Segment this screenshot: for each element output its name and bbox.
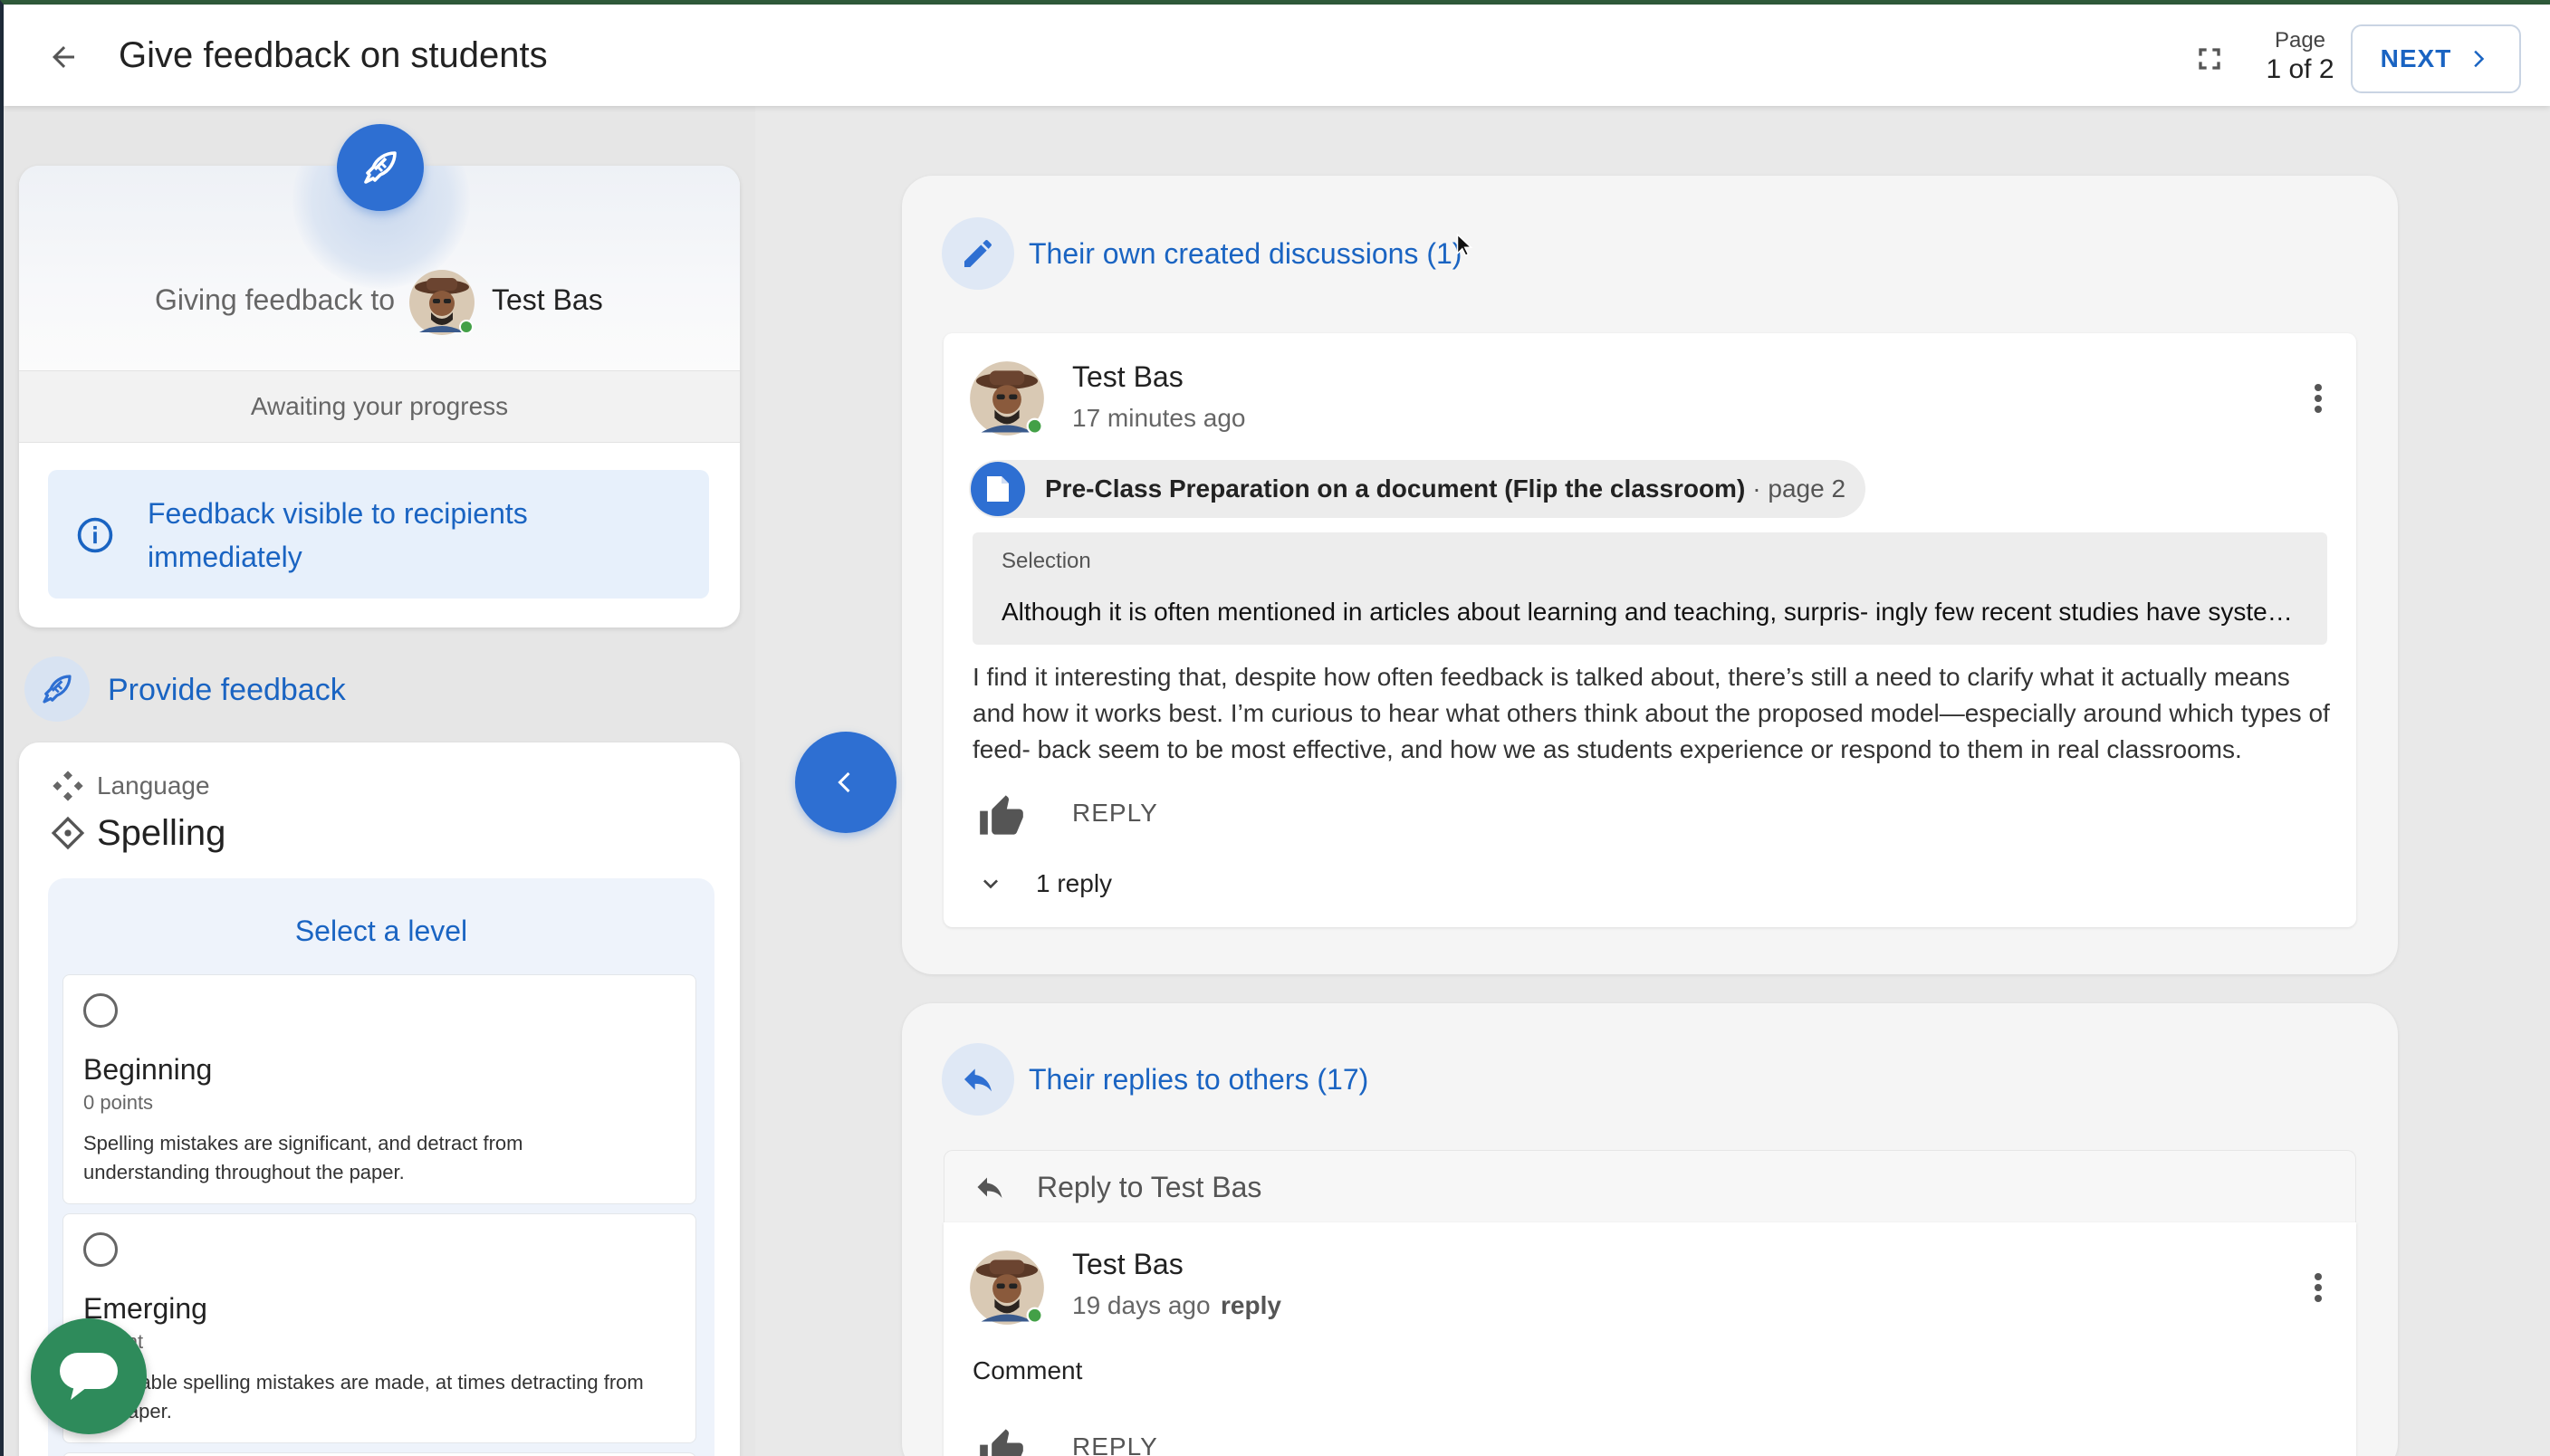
post-body: I find it interesting that, despite how … bbox=[973, 663, 2330, 763]
post-author: Test Bas bbox=[1072, 1248, 1184, 1280]
document-chip[interactable]: Pre-Class Preparation on a document (Fli… bbox=[969, 460, 1866, 518]
page-label: Page bbox=[2274, 28, 2326, 53]
discussions-icon-wrap bbox=[942, 217, 1014, 290]
replies-icon-wrap bbox=[942, 1043, 1014, 1116]
giving-feedback-label: Giving feedback to bbox=[155, 283, 396, 316]
selection-label: Selection bbox=[1002, 549, 1091, 573]
reply-comment: Comment bbox=[973, 1356, 1083, 1384]
discussions-title[interactable]: Their own created discussions (1) bbox=[1029, 237, 1462, 271]
post-time: 17 minutes ago bbox=[1072, 404, 1246, 432]
pencil-icon bbox=[964, 240, 992, 267]
level-name: Beginning bbox=[83, 1053, 213, 1086]
thumbs-up-icon[interactable] bbox=[978, 793, 1025, 837]
feedback-pen-badge bbox=[337, 124, 424, 211]
discussions-section: Their own created discussions (1) Test B… bbox=[902, 176, 2398, 974]
level-description: Noticeable spelling mistakes are made, a… bbox=[83, 1371, 644, 1422]
reply-arrow-icon bbox=[977, 1177, 1002, 1198]
post-time: 19 days ago bbox=[1072, 1291, 1211, 1319]
rubric-category: Language bbox=[97, 771, 210, 800]
post-author: Test Bas bbox=[1072, 360, 1184, 393]
mouse-cursor-icon bbox=[1456, 233, 1472, 257]
provide-feedback-icon-wrap bbox=[24, 656, 90, 722]
criterion-icon bbox=[51, 816, 85, 850]
visibility-notice: Feedback visible to recipients immediate… bbox=[48, 470, 709, 599]
student-name: Test Bas bbox=[492, 283, 603, 316]
provide-feedback-label: Provide feedback bbox=[108, 673, 346, 707]
level-option-next[interactable] bbox=[62, 1452, 696, 1456]
selection-quote: Selection Although it is often mentioned… bbox=[973, 532, 2327, 645]
level-description: Spelling mistakes are significant, and d… bbox=[83, 1132, 523, 1183]
provide-feedback-row[interactable]: Provide feedback bbox=[19, 651, 740, 725]
info-icon bbox=[77, 517, 113, 553]
feedback-giver-card: Giving feedback to Test Bas Awaiting you… bbox=[19, 166, 740, 627]
select-level-prompt: Select a level bbox=[294, 915, 468, 947]
next-button[interactable]: NEXT bbox=[2351, 24, 2521, 93]
kebab-menu-icon bbox=[2315, 1273, 2322, 1302]
level-selector: Select a level Beginning 0 points Spelli… bbox=[48, 878, 714, 1456]
document-icon-wrap bbox=[971, 462, 1025, 516]
next-button-label: NEXT bbox=[2380, 44, 2452, 72]
reply-button[interactable]: REPLY bbox=[1072, 799, 1158, 828]
author-avatar bbox=[970, 1250, 1044, 1325]
reply-post: Test Bas 19 days ago reply Comment REPLY bbox=[944, 1222, 2356, 1456]
pen-nib-icon bbox=[364, 151, 397, 184]
collapse-panel-button[interactable] bbox=[795, 732, 896, 833]
level-option-emerging[interactable]: Emerging 1 point Noticeable spelling mis… bbox=[62, 1213, 696, 1443]
reply-arrow-icon bbox=[964, 1068, 992, 1092]
chevron-right-icon bbox=[2474, 50, 2485, 68]
chat-bubble-icon bbox=[60, 1353, 118, 1400]
level-option-beginning[interactable]: Beginning 0 points Spelling mistakes are… bbox=[62, 974, 696, 1204]
kebab-menu-icon bbox=[2315, 384, 2322, 413]
more-options-button[interactable] bbox=[2300, 380, 2336, 417]
selection-text: Although it is often mentioned in articl… bbox=[1002, 598, 2306, 626]
left-panel: Giving feedback to Test Bas Awaiting you… bbox=[4, 106, 755, 1456]
back-button[interactable] bbox=[43, 37, 83, 77]
thumbs-up-icon[interactable] bbox=[978, 1427, 1025, 1456]
fullscreen-button[interactable] bbox=[2191, 41, 2228, 77]
reply-context-link[interactable]: reply bbox=[1221, 1291, 1281, 1320]
level-points: 0 points bbox=[83, 1091, 154, 1114]
page-title: Give feedback on students bbox=[119, 35, 548, 75]
author-avatar bbox=[970, 361, 1044, 436]
reply-to-bar: Reply to Test Bas bbox=[944, 1150, 2356, 1222]
page-count: 1 of 2 bbox=[2266, 54, 2334, 84]
level-radio[interactable] bbox=[83, 993, 118, 1028]
top-bar: Give feedback on students Page 1 of 2 NE… bbox=[4, 5, 2550, 106]
reply-to-label: Reply to Test Bas bbox=[1037, 1171, 1262, 1203]
student-avatar bbox=[409, 270, 475, 335]
discussion-post: Test Bas 17 minutes ago Pre-Class Prepar… bbox=[944, 333, 2356, 927]
category-icon bbox=[53, 771, 83, 801]
chevron-left-icon bbox=[838, 771, 850, 793]
replies-toggle[interactable]: 1 reply bbox=[976, 869, 1112, 898]
replies-section: Their replies to others (17) Reply to Te… bbox=[902, 1003, 2398, 1456]
pen-nib-icon bbox=[43, 675, 72, 704]
replies-title[interactable]: Their replies to others (17) bbox=[1029, 1063, 1368, 1097]
chevron-down-icon bbox=[983, 879, 998, 889]
chat-button[interactable] bbox=[31, 1318, 147, 1434]
document-page: · page 2 bbox=[1752, 474, 1846, 503]
document-icon bbox=[987, 476, 1009, 502]
level-radio[interactable] bbox=[83, 1232, 118, 1267]
replies-count: 1 reply bbox=[1036, 869, 1113, 897]
reply-button[interactable]: REPLY bbox=[1072, 1432, 1158, 1456]
visibility-text: Feedback visible to recipients immediate… bbox=[148, 497, 528, 573]
document-name: Pre-Class Preparation on a document (Fli… bbox=[1045, 474, 1746, 503]
rubric-criterion: Spelling bbox=[97, 813, 226, 853]
more-options-button[interactable] bbox=[2300, 1269, 2336, 1306]
progress-status: Awaiting your progress bbox=[19, 370, 740, 443]
fullscreen-icon bbox=[2199, 48, 2220, 70]
arrow-left-icon bbox=[53, 46, 74, 68]
